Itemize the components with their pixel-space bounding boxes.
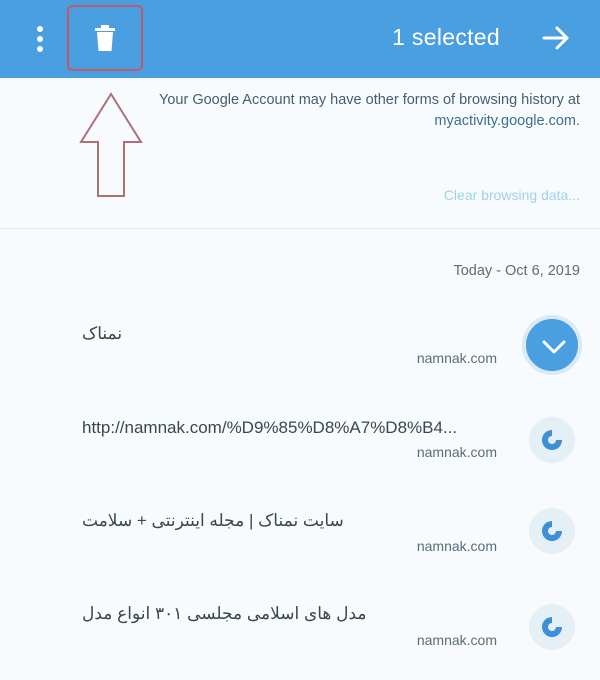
history-item-title: سایت نمناک | مجله اینترنتی + سلامت [82, 511, 344, 530]
history-item-domain: namnak.com [416, 444, 497, 460]
account-notice: Your Google Account may have other forms… [70, 90, 580, 132]
history-item-domain: namnak.com [416, 632, 497, 648]
top-app-bar: 1 selected [0, 0, 600, 78]
history-item-title: http://namnak.com/%D9%85%D8%A7%D8%B4... [82, 418, 458, 437]
history-item-title: نمناک [82, 324, 123, 343]
site-favicon-icon [529, 508, 575, 554]
history-item-domain: namnak.com [416, 350, 497, 366]
history-item[interactable]: مدل های اسلامی مجلسی ۳۰۱ انواع مدل namna… [0, 590, 600, 680]
history-item-title: مدل های اسلامی مجلسی ۳۰۱ انواع مدل [82, 604, 367, 623]
site-favicon-icon [529, 417, 575, 463]
divider [0, 228, 600, 229]
arrow-right-icon[interactable] [542, 24, 570, 52]
history-item[interactable]: http://namnak.com/%D9%85%D8%A7%D8%B4... … [0, 400, 600, 490]
history-item[interactable]: سایت نمناک | مجله اینترنتی + سلامت namna… [0, 495, 600, 585]
more-vert-icon[interactable] [30, 22, 50, 56]
selected-check-icon[interactable] [522, 315, 582, 375]
date-header: Today - Oct 6, 2019 [453, 263, 580, 279]
history-item[interactable]: نمناک namnak.com [0, 310, 600, 400]
selection-count: 1 selected [392, 24, 500, 50]
trash-icon [95, 25, 115, 51]
clear-browsing-data-link[interactable]: Clear browsing data... [444, 187, 580, 203]
history-item-domain: namnak.com [416, 538, 497, 554]
myactivity-link[interactable]: myactivity.google.com. [70, 111, 580, 132]
delete-button[interactable] [67, 5, 143, 71]
site-favicon-icon [529, 604, 575, 650]
